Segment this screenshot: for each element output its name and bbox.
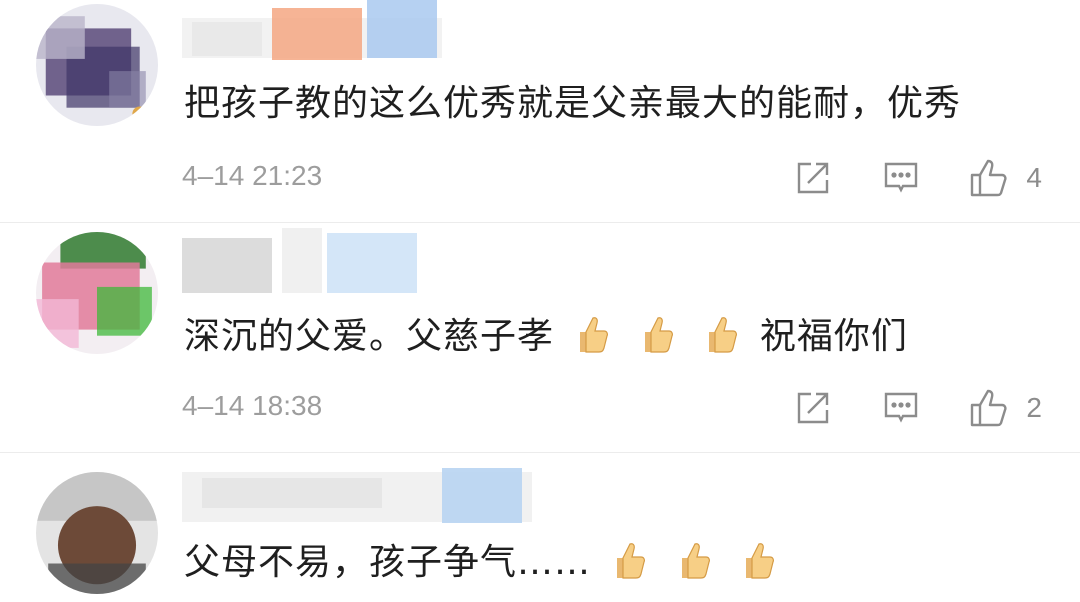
like-count: 4 — [1026, 162, 1042, 193]
thumbs-up-emoji — [738, 538, 778, 582]
comment-item: 把孩子教的这么优秀就是父亲最大的能耐，优秀 4–14 21:23 4 — [0, 0, 1080, 223]
share-square-icon[interactable] — [794, 389, 832, 427]
comment-item: 父母不易，孩子争气…… — [0, 452, 1080, 602]
comment-actions: 2 — [744, 386, 1042, 430]
thumbs-up-emoji — [572, 312, 612, 356]
thumbs-up-outline-icon[interactable] — [970, 388, 1012, 428]
comment-actions: 4 — [744, 156, 1042, 200]
comment-text: 把孩子教的这么优秀就是父亲最大的能耐，优秀 — [184, 83, 962, 124]
username-redacted[interactable] — [182, 228, 422, 298]
avatar[interactable] — [36, 4, 158, 126]
comment-text: 父母不易，孩子争气…… — [184, 538, 784, 587]
thumbs-up-emoji — [609, 538, 649, 582]
avatar[interactable] — [36, 232, 158, 354]
username-redacted[interactable] — [182, 0, 452, 70]
comment-timestamp: 4–14 18:38 — [182, 390, 323, 421]
thumbs-up-outline-icon[interactable] — [970, 158, 1012, 198]
avatar[interactable] — [36, 472, 158, 594]
comment-text: 深沉的父爱。父慈子孝 祝福你们 — [184, 312, 908, 361]
username-redacted[interactable] — [182, 458, 542, 528]
thumbs-up-emoji — [674, 538, 714, 582]
comment-bubble-icon[interactable] — [882, 389, 920, 427]
thumbs-up-emoji — [701, 312, 741, 356]
comment-bubble-icon[interactable] — [882, 159, 920, 197]
like-count: 2 — [1026, 392, 1042, 423]
comment-timestamp: 4–14 21:23 — [182, 160, 323, 191]
share-square-icon[interactable] — [794, 159, 832, 197]
thumbs-up-emoji — [637, 312, 677, 356]
